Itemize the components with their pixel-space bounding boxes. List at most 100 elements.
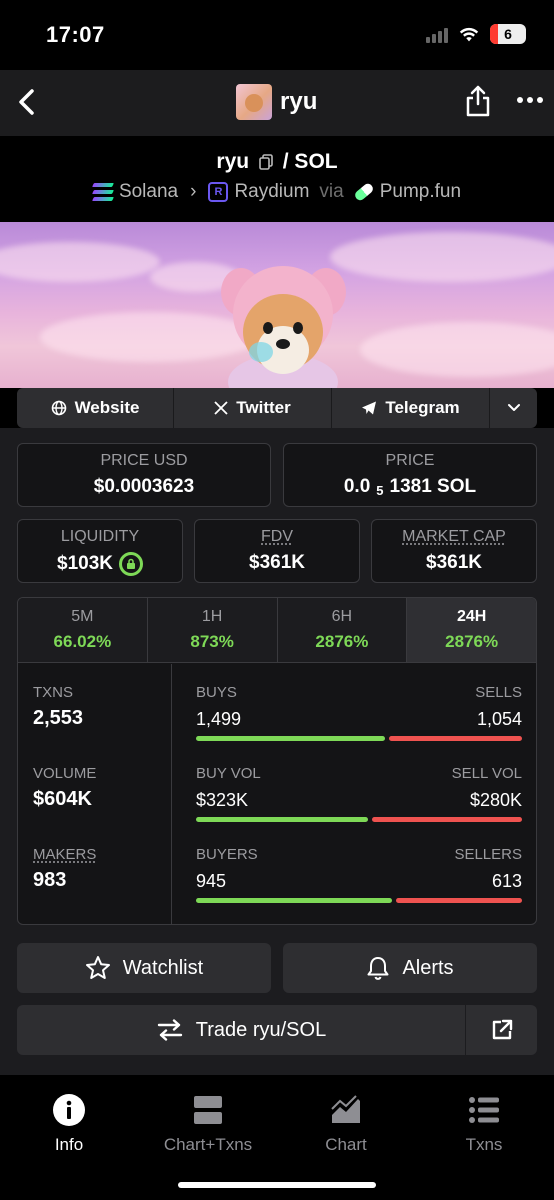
price-usd-card: PRICE USD $0.0003623 <box>17 443 271 507</box>
liquidity-value: $103K <box>57 553 113 574</box>
chevron-down-icon <box>507 404 520 411</box>
telegram-button[interactable]: Telegram <box>332 388 490 428</box>
lock-icon[interactable] <box>119 552 143 576</box>
buyers-bar <box>196 898 392 903</box>
watchlist-button[interactable]: Watchlist <box>17 943 271 993</box>
star-icon <box>85 956 110 979</box>
makers-value: 983 <box>33 869 67 891</box>
buy-vol-bar <box>196 817 368 822</box>
makers-stat: MAKERS 983 <box>33 846 96 892</box>
tab-5m[interactable]: 5M 66.02% <box>18 598 148 662</box>
share-icon[interactable] <box>464 84 492 118</box>
buys-label: BUYS <box>196 684 237 701</box>
liquidity-value-row: $103K <box>18 552 182 576</box>
token-avatar <box>236 84 272 120</box>
pair-base: ryu <box>216 150 250 173</box>
pair-quote: / SOL <box>282 150 338 173</box>
bell-icon <box>367 957 389 980</box>
raydium-icon: R <box>208 182 229 202</box>
sellers-value: 613 <box>491 871 522 891</box>
list-icon <box>469 1097 499 1123</box>
trade-button[interactable]: Trade ryu/SOL <box>17 1005 466 1055</box>
external-link-icon <box>492 1019 513 1040</box>
telegram-icon <box>362 401 377 415</box>
buy-vol-label: BUY VOL <box>196 765 261 782</box>
txns-label: TXNS <box>33 684 74 701</box>
price-usd-value: $0.0003623 <box>93 476 195 497</box>
battery-icon: 6 <box>490 24 526 44</box>
alerts-button[interactable]: Alerts <box>283 943 537 993</box>
back-button[interactable] <box>8 82 48 122</box>
telegram-label: Telegram <box>385 398 460 417</box>
watchlist-label: Watchlist <box>122 956 204 979</box>
home-indicator <box>178 1182 376 1188</box>
more-options-icon[interactable] <box>516 90 544 110</box>
cellular-signal-icon <box>426 25 448 43</box>
tab-6h-change: 2876% <box>315 632 369 651</box>
buys-value: 1,499 <box>196 709 242 729</box>
volume-block: BUY VOL SELL VOL $323K $280K <box>196 765 522 822</box>
timeframe-tabs: 5M 66.02% 1H 873% 6H 2876% 24H 2876% <box>18 598 536 663</box>
tab-chart-label: Chart <box>325 1135 367 1154</box>
market-cap-card: MARKET CAP $361K <box>371 519 537 583</box>
launchpad-name[interactable]: Pump.fun <box>380 181 461 203</box>
price-native-value: 0.0 5 1381 SOL <box>284 476 536 498</box>
tab-chart[interactable]: Chart <box>286 1093 406 1155</box>
globe-icon <box>51 400 66 416</box>
dog-mascot-image <box>221 266 346 388</box>
tab-info[interactable]: Info <box>9 1093 129 1155</box>
tab-chart-txns[interactable]: Chart+Txns <box>148 1093 268 1155</box>
tab-txns[interactable]: Txns <box>424 1093 544 1155</box>
market-cap-label[interactable]: MARKET CAP <box>372 528 536 546</box>
liquidity-card: LIQUIDITY $103K <box>17 519 183 583</box>
buys-bar <box>196 736 385 741</box>
twitter-label: Twitter <box>236 398 291 417</box>
chain-name[interactable]: Solana <box>119 181 178 203</box>
txns-stat: TXNS 2,553 <box>33 684 83 730</box>
sell-vol-bar <box>372 817 522 822</box>
sells-label: SELLS <box>475 684 522 701</box>
sells-bar <box>389 736 522 741</box>
sells-value: 1,054 <box>476 709 522 729</box>
open-external-button[interactable] <box>467 1005 537 1055</box>
status-time: 17:07 <box>46 22 105 47</box>
tab-24h[interactable]: 24H 2876% <box>407 598 536 662</box>
pair-header: ryu / SOL Solana › R Raydium via Pump.fu… <box>0 136 554 222</box>
buyers-value: 945 <box>196 871 227 891</box>
price-usd-label: PRICE USD <box>100 452 188 469</box>
tab-6h[interactable]: 6H 2876% <box>277 598 408 662</box>
swap-arrows-icon <box>157 1019 182 1041</box>
tab-info-label: Info <box>54 1135 84 1154</box>
txns-value: 2,553 <box>33 707 84 729</box>
tab-1h[interactable]: 1H 873% <box>147 598 278 662</box>
tab-24h-change: 2876% <box>445 632 499 651</box>
market-cap-value: $361K <box>426 552 482 573</box>
pumpfun-icon <box>352 181 375 203</box>
website-button[interactable]: Website <box>17 388 174 428</box>
tab-6h-label: 6H <box>331 608 353 625</box>
info-icon <box>53 1094 85 1126</box>
website-label: Website <box>74 398 140 417</box>
trade-button-group: Trade ryu/SOL <box>17 1005 537 1055</box>
makers-label[interactable]: MAKERS <box>33 846 96 863</box>
tab-24h-label: 24H <box>456 608 487 625</box>
sellers-bar <box>396 898 522 903</box>
dex-name[interactable]: Raydium <box>234 181 309 203</box>
liquidity-label: LIQUIDITY <box>60 528 140 545</box>
copy-icon[interactable] <box>259 154 273 171</box>
tab-txns-label: Txns <box>465 1135 503 1154</box>
fdv-label[interactable]: FDV <box>195 528 359 546</box>
more-links-button[interactable] <box>490 388 537 428</box>
sell-vol-label: SELL VOL <box>451 765 522 782</box>
price-native-label: PRICE <box>385 452 435 469</box>
token-banner <box>0 222 554 388</box>
buys-sells-bar <box>196 736 522 741</box>
stats-summary: TXNS 2,553 VOLUME $604K MAKERS 983 <box>18 664 172 924</box>
twitter-button[interactable]: Twitter <box>174 388 332 428</box>
sell-vol-value: $280K <box>469 790 522 810</box>
volume-bar <box>196 817 522 822</box>
nav-title: ryu <box>280 88 318 115</box>
price-native-card: PRICE 0.0 5 1381 SOL <box>283 443 537 507</box>
volume-stat: VOLUME $604K <box>33 765 96 811</box>
tab-1h-change: 873% <box>190 632 234 651</box>
